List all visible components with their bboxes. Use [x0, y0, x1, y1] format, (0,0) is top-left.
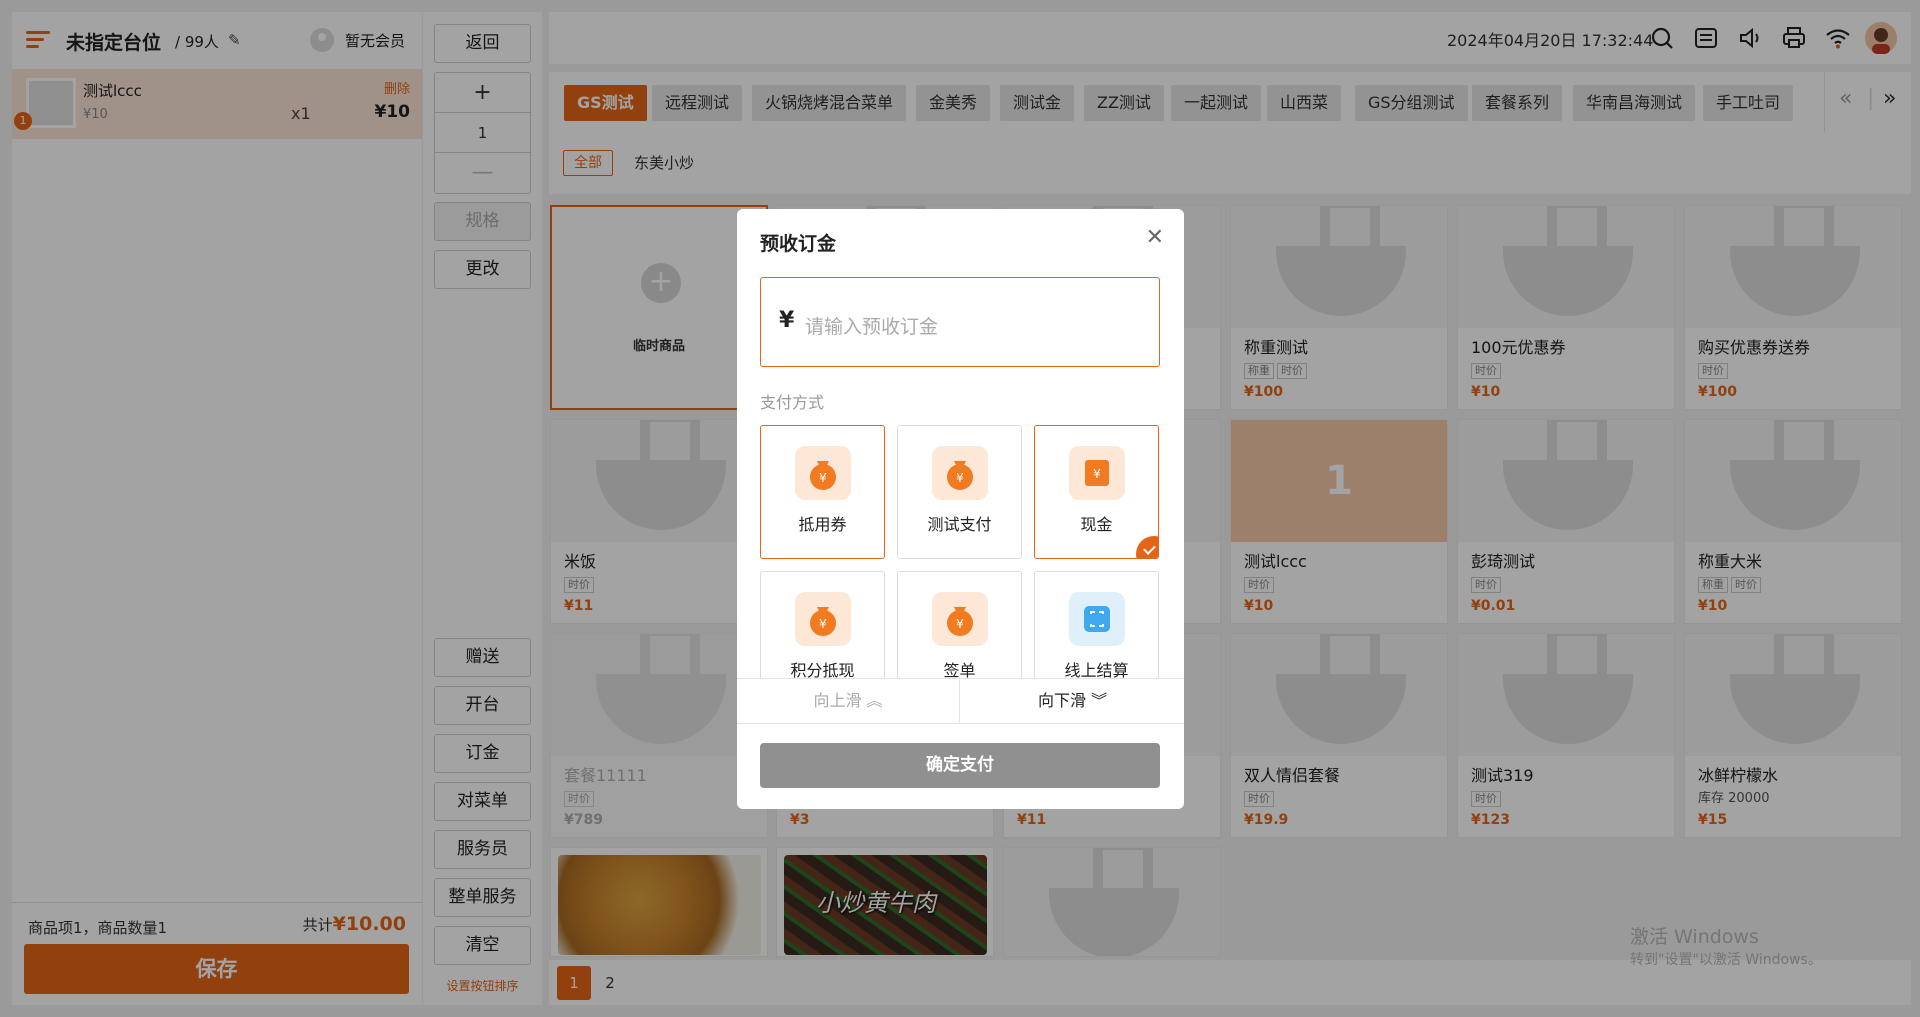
- svg-text:¥: ¥: [1093, 467, 1101, 481]
- svg-text:¥: ¥: [956, 617, 964, 631]
- confirm-pay-button[interactable]: 确定支付: [760, 743, 1160, 788]
- deposit-dialog: 预收订金 ✕ ¥ 请输入预收订金 支付方式 ¥ 抵用券 ¥ 测试支付 ¥ 现金 …: [737, 209, 1184, 809]
- close-icon[interactable]: ✕: [1146, 225, 1164, 250]
- cash-icon: ¥: [1069, 446, 1125, 500]
- svg-text:¥: ¥: [956, 471, 964, 485]
- pay-method-label: 抵用券: [798, 515, 847, 534]
- money-bag-icon: ¥: [795, 592, 851, 646]
- svg-text:¥: ¥: [819, 617, 827, 631]
- pay-method-voucher[interactable]: ¥ 抵用券: [760, 425, 885, 559]
- pay-method-label: 支付方式: [760, 393, 825, 412]
- scroll-down-label: 向下滑: [1037, 691, 1086, 710]
- selected-check-icon: [1136, 536, 1158, 558]
- pay-method-label: 现金: [1080, 515, 1113, 534]
- pay-method-cash[interactable]: ¥ 现金: [1034, 425, 1159, 559]
- pay-method-label: 测试支付: [927, 515, 992, 534]
- scan-icon: [1069, 592, 1125, 646]
- dialog-title: 预收订金: [760, 233, 837, 255]
- double-chevron-up-icon: ︽: [866, 691, 883, 710]
- money-bag-icon: ¥: [932, 592, 988, 646]
- scroll-down-button[interactable]: 向下滑 ︾: [961, 679, 1184, 723]
- money-bag-icon: ¥: [932, 446, 988, 500]
- money-bag-icon: ¥: [795, 446, 851, 500]
- double-chevron-down-icon: ︾: [1091, 691, 1108, 710]
- deposit-input-placeholder: 请输入预收订金: [805, 316, 939, 338]
- deposit-amount-input[interactable]: ¥ 请输入预收订金: [760, 277, 1160, 367]
- pay-method-test[interactable]: ¥ 测试支付: [897, 425, 1022, 559]
- currency-symbol: ¥: [779, 308, 795, 333]
- svg-text:¥: ¥: [819, 471, 827, 485]
- scroll-up-label: 向上滑: [813, 691, 862, 710]
- scroll-controls: 向上滑 ︽ 向下滑 ︾: [737, 678, 1184, 724]
- scroll-up-button[interactable]: 向上滑 ︽: [737, 679, 960, 723]
